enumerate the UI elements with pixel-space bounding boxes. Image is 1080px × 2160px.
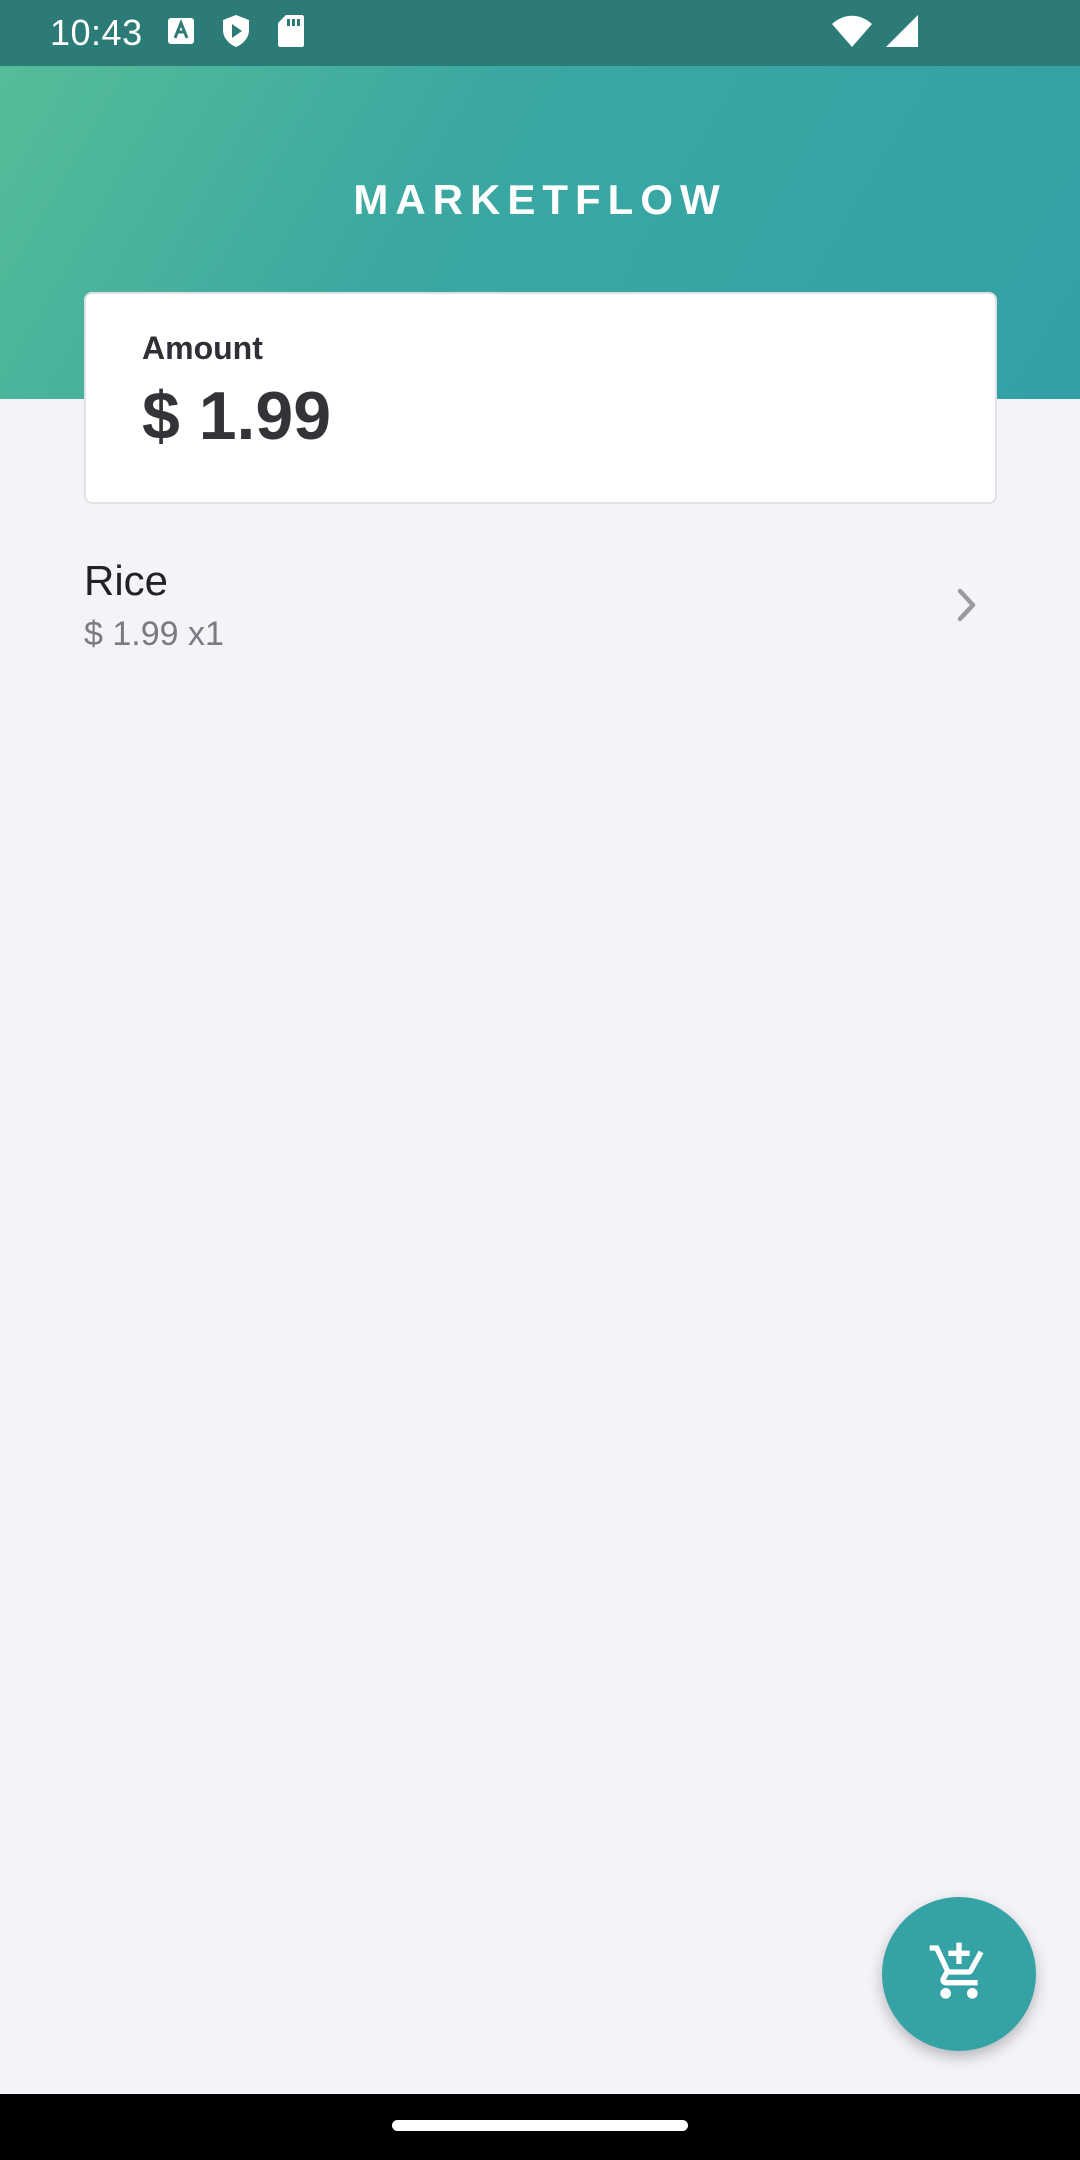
status-bar: 10:43: [0, 0, 1080, 66]
signal-icon: [884, 14, 920, 53]
sd-card-icon: [277, 14, 305, 53]
status-time: 10:43: [50, 12, 143, 53]
list-item-texts: Rice $ 1.99 x1: [84, 557, 947, 654]
chevron-right-icon: [947, 585, 987, 625]
item-name: Rice: [84, 556, 169, 604]
wifi-icon: [830, 14, 874, 53]
add-to-cart-button[interactable]: [882, 1897, 1036, 2051]
status-icons-right: [830, 14, 920, 53]
status-icons-left: [167, 14, 305, 53]
navigation-bar: [0, 2094, 1080, 2160]
add-to-cart-icon: [927, 1940, 991, 2009]
list-item[interactable]: Rice $ 1.99 x1: [84, 540, 997, 670]
amount-label: Amount: [142, 330, 263, 366]
app-title: MARKETFLOW: [353, 176, 727, 223]
text-format-icon: [167, 17, 195, 50]
amount-value: $ 1.99: [142, 378, 332, 454]
shield-play-icon: [221, 14, 251, 53]
home-handle[interactable]: [392, 2120, 688, 2131]
item-detail: $ 1.99 x1: [84, 614, 224, 653]
amount-card: Amount $ 1.99: [84, 292, 997, 504]
